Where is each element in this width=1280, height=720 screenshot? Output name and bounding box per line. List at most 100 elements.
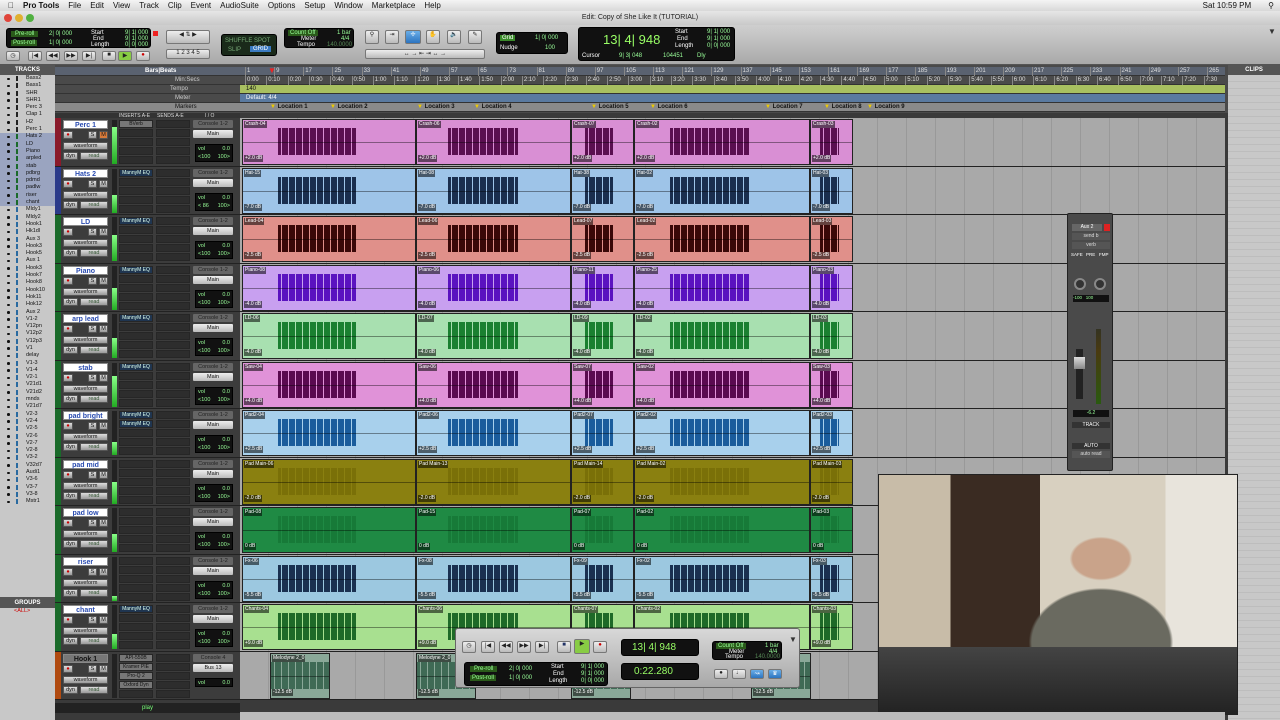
track-visible-icon[interactable] <box>7 113 10 117</box>
track-list-item[interactable]: Perc 3 <box>0 104 55 111</box>
clip-gain[interactable]: -2.0 dB <box>418 494 437 502</box>
grid-label[interactable]: Grid <box>500 35 516 41</box>
group-all[interactable]: <ALL> <box>0 608 55 614</box>
track-list-item[interactable]: V2-3 <box>0 411 55 418</box>
nudge-value[interactable]: 100 <box>545 45 555 51</box>
dyn-button[interactable]: dyn <box>63 346 78 354</box>
track-list-item[interactable]: Hook1 <box>0 221 55 228</box>
menu-setup[interactable]: Setup <box>304 1 325 10</box>
track-visible-icon[interactable] <box>7 391 10 394</box>
toolbar-menu-icon[interactable]: ▼ <box>1268 27 1276 36</box>
tempo-lane[interactable]: 140 <box>240 85 1225 93</box>
send-slot[interactable] <box>156 605 190 613</box>
strip-send[interactable]: send b <box>1072 233 1110 240</box>
rewind-button[interactable]: ◀◀ <box>46 51 60 61</box>
volume-value[interactable]: 0.0 <box>222 146 230 152</box>
track-list-item[interactable]: Bass2 <box>0 75 55 82</box>
zoom-presets[interactable]: 1 2 3 4 5 <box>166 49 210 59</box>
track-visible-icon[interactable] <box>7 318 10 321</box>
clip-gain[interactable]: -4.0 dB <box>418 300 437 308</box>
clip-gain[interactable]: +2.0 dB <box>418 155 438 162</box>
clip-gain[interactable]: -5.5 dB <box>573 591 592 599</box>
pan-left-value[interactable]: <100 <box>198 542 210 548</box>
send-slot[interactable] <box>156 438 190 446</box>
send-slot[interactable] <box>156 486 190 495</box>
pan-right-value[interactable]: 100> <box>218 591 230 597</box>
send-slot[interactable] <box>156 689 190 698</box>
send-slot[interactable] <box>156 680 190 689</box>
audio-clip[interactable]: Pad Main-14 -2.0 dB <box>571 458 634 505</box>
pan-left-value[interactable]: <100 <box>198 445 210 451</box>
mute-button[interactable]: M <box>99 325 108 333</box>
insert-slot[interactable] <box>119 544 153 552</box>
track-name[interactable]: Hook 1 <box>63 653 108 663</box>
close-window-button[interactable] <box>4 14 12 22</box>
menu-event[interactable]: Event <box>191 1 211 10</box>
send-slot[interactable] <box>156 323 190 331</box>
mute-button[interactable]: M <box>99 519 108 527</box>
insert-slot[interactable] <box>119 323 153 331</box>
insert-slot[interactable] <box>119 535 153 543</box>
send-slot[interactable] <box>156 204 190 213</box>
volume-value[interactable]: 0.0 <box>222 389 230 395</box>
track-list-item[interactable]: V3-2 <box>0 454 55 461</box>
audio-clip[interactable]: Pad Main-13 -2.0 dB <box>416 458 571 505</box>
input-selector[interactable]: Console 1-2 <box>193 459 233 468</box>
insert-slot[interactable] <box>119 689 153 698</box>
audio-clip[interactable]: Saw-06 +4.0 dB <box>416 361 571 408</box>
mute-button[interactable]: M <box>99 664 108 673</box>
insert-slot[interactable] <box>119 244 153 252</box>
clip-gain[interactable]: -7.0 dB <box>244 203 263 211</box>
audio-clip[interactable]: LD-03 -4.0 dB <box>810 313 853 359</box>
grid-value[interactable]: 1| 0| 000 <box>535 35 558 41</box>
clips-list-title[interactable]: CLIPS <box>1228 65 1280 75</box>
insert-slot[interactable]: Kramer PIE <box>119 662 153 671</box>
track-view-selector[interactable]: waveform <box>63 433 108 441</box>
insert-slot[interactable] <box>119 641 153 649</box>
insert-slot[interactable] <box>119 389 153 398</box>
audio-clip[interactable]: Hat-02 -7.0 dB <box>634 167 810 214</box>
automation-mode-selector[interactable]: read <box>80 685 108 694</box>
track-visible-icon[interactable] <box>7 216 10 219</box>
min-secs-ruler[interactable]: Min:Secs 0:00 0:10 0:20 0:30 0:40 0:50 1:00 1:10… <box>55 76 1225 85</box>
output-selector[interactable]: Main <box>193 372 233 381</box>
track-visible-icon[interactable] <box>7 413 10 416</box>
audio-clip[interactable]: Pad-08 0 dB <box>242 507 416 553</box>
input-selector[interactable]: Console 1-2 <box>193 168 233 177</box>
pan-right-value[interactable]: 100> <box>218 154 230 160</box>
insert-slot[interactable] <box>119 447 153 455</box>
track-list-item[interactable]: Aux 3 <box>0 236 55 243</box>
track-visible-icon[interactable] <box>7 274 10 278</box>
length-value[interactable]: 0| 0| 000 <box>125 42 148 48</box>
record-enable-button[interactable]: ● <box>63 276 73 285</box>
track-view-selector[interactable]: waveform <box>63 142 108 150</box>
send-slot[interactable] <box>156 526 190 534</box>
track-visible-icon[interactable] <box>7 340 10 343</box>
output-selector[interactable]: Main <box>193 518 233 526</box>
track-visible-icon[interactable] <box>7 245 10 248</box>
send-slot[interactable] <box>156 195 190 204</box>
automation-mode-selector[interactable]: read <box>80 200 108 209</box>
send-slot[interactable] <box>156 517 190 525</box>
audio-clip[interactable]: Pad-02 0 dB <box>634 507 810 553</box>
pan-left-value[interactable]: <100 <box>198 300 210 306</box>
transport-counter[interactable]: 13| 4| 948 <box>632 642 676 653</box>
track-visible-icon[interactable] <box>7 77 10 80</box>
clip-gain[interactable]: +2.0 dB <box>812 155 832 162</box>
insert-slot[interactable] <box>119 517 153 525</box>
clip-gain[interactable]: -4.0 dB <box>812 300 831 308</box>
volume-value[interactable]: 0.0 <box>222 631 230 637</box>
insert-slot[interactable]: Pro-Q 2 <box>119 671 153 680</box>
audio-clip[interactable]: Hat-15 -7.0 dB <box>242 167 416 214</box>
spotlight-search-icon[interactable]: ⚲ <box>1268 1 1274 10</box>
track-visible-icon[interactable] <box>7 303 10 307</box>
menu-app[interactable]: Pro Tools <box>23 1 59 10</box>
strip-insert[interactable]: verb <box>1072 242 1110 249</box>
tempo-ruler[interactable]: Tempo 140 <box>55 85 1225 94</box>
send-slot[interactable] <box>156 671 190 680</box>
track-visible-icon[interactable] <box>7 143 10 146</box>
automation-mode-selector[interactable]: read <box>80 152 108 160</box>
track-visible-icon[interactable] <box>7 442 10 445</box>
track-list-item[interactable]: padlw <box>0 184 55 192</box>
send-slot[interactable] <box>156 411 190 419</box>
